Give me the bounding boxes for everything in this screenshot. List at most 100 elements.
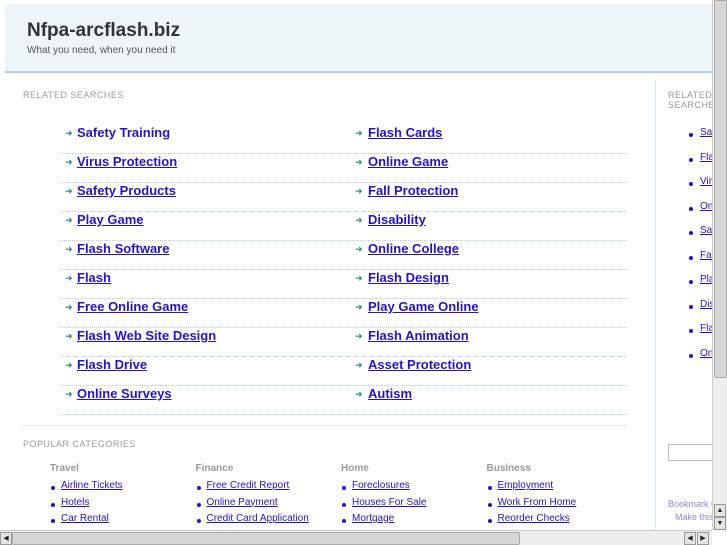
- sidebar-link[interactable]: Online College: [700, 348, 712, 359]
- category-link[interactable]: Airline Tickets: [61, 480, 123, 491]
- arrow-icon: ➜: [65, 389, 73, 399]
- vertical-scroll-thumb[interactable]: [714, 0, 727, 378]
- arrow-icon: ➜: [65, 331, 73, 341]
- category-link[interactable]: Employment: [498, 480, 554, 491]
- related-row: ➜ Free Online Game ➜ Play Game Online: [60, 299, 627, 328]
- sidebar-link[interactable]: Flash Software: [700, 323, 712, 334]
- bullet-icon: [51, 502, 55, 507]
- sidebar-link[interactable]: Flash Cards: [700, 152, 712, 163]
- scroll-down-icon[interactable]: ▼: [714, 517, 726, 530]
- arrow-icon: ➜: [355, 389, 363, 399]
- sidebar-link[interactable]: Fall Protection: [700, 250, 712, 261]
- arrow-icon: ➜: [355, 273, 363, 283]
- sidebar-link[interactable]: Safety Products: [700, 225, 712, 236]
- search-input[interactable]: [668, 444, 712, 461]
- scroll-up-icon[interactable]: ▲: [714, 504, 726, 517]
- related-link[interactable]: Online Game: [368, 154, 448, 169]
- category-link[interactable]: Car Rental: [61, 513, 109, 524]
- related-searches-heading: RELATED SEARCHES: [23, 90, 124, 100]
- scroll-left-icon[interactable]: ◀: [684, 532, 696, 545]
- category-link[interactable]: Work From Home: [498, 497, 577, 508]
- related-row: ➜ Flash ➜ Flash Design: [60, 270, 627, 299]
- related-link[interactable]: Flash Software: [77, 241, 169, 256]
- related-link[interactable]: Safety Training: [77, 125, 170, 140]
- related-row: ➜ Flash Drive ➜ Asset Protection: [60, 357, 627, 386]
- bullet-icon: [689, 304, 693, 309]
- category-link[interactable]: Foreclosures: [352, 480, 410, 491]
- bullet-icon: [689, 353, 693, 358]
- related-link[interactable]: Flash: [77, 270, 111, 285]
- scroll-right-icon[interactable]: ▶: [697, 532, 709, 545]
- bullet-icon: [689, 280, 693, 284]
- bullet-icon: [196, 519, 201, 523]
- category-link[interactable]: Credit Card Application: [207, 513, 309, 524]
- related-row: ➜ Play Game ➜ Disability: [60, 212, 627, 241]
- scroll-left-icon[interactable]: ◀: [0, 532, 12, 545]
- related-row: ➜ Safety Products ➜ Fall Protection: [60, 183, 627, 212]
- category-link[interactable]: Hotels: [61, 497, 89, 508]
- arrow-icon: ➜: [355, 128, 363, 138]
- related-link[interactable]: Play Game Online: [368, 299, 479, 314]
- bullet-icon: [689, 231, 693, 235]
- category-heading: Business: [486, 463, 531, 474]
- arrow-icon: ➜: [355, 215, 363, 225]
- related-link[interactable]: Autism: [368, 386, 412, 401]
- related-link[interactable]: Flash Web Site Design: [77, 328, 216, 343]
- popular-categories-heading: POPULAR CATEGORIES: [23, 439, 136, 449]
- sidebar-link[interactable]: Online Game: [700, 201, 712, 212]
- category-link[interactable]: Houses For Sale: [352, 497, 426, 508]
- related-link[interactable]: Online Surveys: [77, 386, 172, 401]
- related-link[interactable]: Free Online Game: [77, 299, 188, 314]
- horizontal-scroll-thumb[interactable]: [12, 532, 520, 545]
- sidebar-heading: RELATED SEARCHES: [668, 90, 712, 110]
- horizontal-scrollbar[interactable]: ◀ ◀ ▶: [0, 530, 712, 545]
- bullet-icon: [51, 486, 55, 490]
- related-link[interactable]: Flash Animation: [368, 328, 469, 343]
- related-link[interactable]: Safety Products: [77, 183, 176, 198]
- header: Nfpa-arcflash.biz What you need, when yo…: [5, 5, 712, 73]
- related-link[interactable]: Flash Design: [368, 270, 449, 285]
- category-link[interactable]: Online Payment: [207, 497, 278, 508]
- related-link[interactable]: Online College: [368, 241, 459, 256]
- related-link[interactable]: Flash Drive: [77, 357, 147, 372]
- category-link[interactable]: Reorder Checks: [498, 513, 570, 524]
- related-row: ➜ Safety Training ➜ Flash Cards: [60, 125, 627, 154]
- arrow-icon: ➜: [65, 244, 73, 254]
- category-link[interactable]: Free Credit Report: [207, 480, 290, 491]
- related-link[interactable]: Play Game: [77, 212, 144, 227]
- sidebar-link[interactable]: Virus Protection: [700, 176, 712, 187]
- related-link[interactable]: Disability: [368, 212, 426, 227]
- related-link[interactable]: Asset Protection: [368, 357, 471, 372]
- column-divider: [655, 80, 656, 530]
- related-link[interactable]: Fall Protection: [368, 183, 458, 198]
- category-heading: Finance: [195, 463, 234, 474]
- arrow-icon: ➜: [355, 360, 363, 370]
- related-link[interactable]: Flash Cards: [368, 125, 442, 140]
- bullet-icon: [689, 157, 693, 162]
- category-link[interactable]: Mortgage: [352, 513, 394, 524]
- arrow-icon: ➜: [355, 157, 363, 167]
- tagline: What you need, when you need it: [27, 45, 176, 56]
- bullet-icon: [689, 206, 693, 211]
- bullet-icon: [51, 519, 55, 523]
- category-heading: Travel: [50, 463, 79, 474]
- related-row: ➜ Virus Protection ➜ Online Game: [60, 154, 627, 183]
- homepage-link[interactable]: Make this your homepage: [675, 512, 712, 522]
- arrow-icon: ➜: [355, 244, 363, 254]
- bullet-icon: [487, 502, 492, 507]
- divider: [22, 425, 627, 426]
- related-row: ➜ Online Surveys ➜ Autism: [60, 386, 627, 415]
- bullet-icon: [487, 519, 492, 523]
- related-link[interactable]: Virus Protection: [77, 154, 177, 169]
- sidebar-link[interactable]: Play Game: [700, 274, 712, 285]
- bullet-icon: [689, 182, 693, 186]
- sidebar-link[interactable]: Safety Training: [700, 127, 712, 138]
- arrow-icon: ➜: [355, 302, 363, 312]
- arrow-icon: ➜: [65, 302, 73, 312]
- sidebar-link[interactable]: Disability: [700, 299, 712, 310]
- arrow-icon: ➜: [65, 360, 73, 370]
- bookmark-link[interactable]: Bookmark this page: [668, 499, 712, 509]
- vertical-scrollbar[interactable]: ▲ ▼: [712, 0, 727, 530]
- arrow-icon: ➜: [355, 186, 363, 196]
- bullet-icon: [689, 255, 693, 260]
